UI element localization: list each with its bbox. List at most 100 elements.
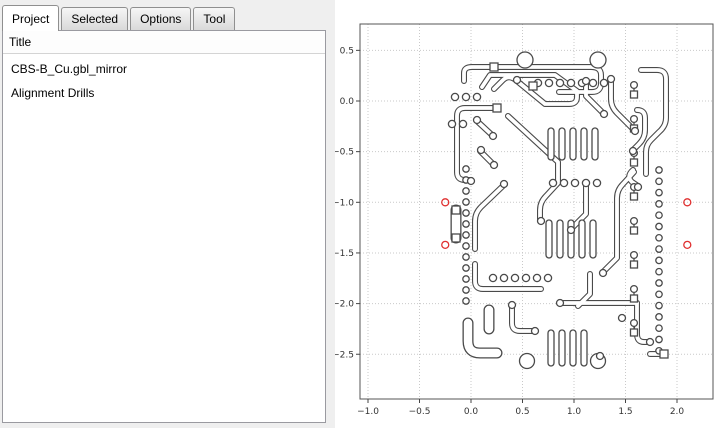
pad-circle — [538, 218, 545, 225]
y-tick-label: −1.5 — [335, 249, 354, 259]
list-item-gerber[interactable]: CBS-B_Cu.gbl_mirror — [3, 57, 325, 81]
pad-circle — [463, 243, 469, 249]
pad-circle — [656, 291, 662, 297]
pad-circle — [451, 93, 458, 100]
pad-circle — [656, 212, 662, 218]
pad-circle — [462, 93, 469, 100]
flatcam-window: Project Selected Options Tool Title CBS-… — [0, 0, 723, 428]
pad-circle — [463, 298, 469, 304]
finger-slot — [559, 330, 565, 366]
x-tick-label: 2.0 — [670, 407, 685, 417]
pad-circle — [631, 218, 638, 225]
pad-circle — [448, 120, 455, 127]
pad-circle — [533, 274, 540, 281]
pad-circle — [647, 339, 654, 346]
pad-circle — [545, 79, 552, 86]
list-header-title[interactable]: Title — [3, 31, 325, 54]
pad-circle — [656, 189, 662, 195]
pad-circle — [491, 162, 498, 169]
pad-circle — [557, 300, 564, 307]
pad-circle — [583, 78, 590, 85]
plot-canvas[interactable]: −1.0−0.50.00.51.01.52.00.50.0−0.5−1.0−1.… — [335, 0, 723, 428]
pad-circle — [501, 181, 508, 188]
pad-circle — [463, 276, 469, 282]
finger-slot — [548, 128, 554, 160]
pad-circle — [560, 179, 567, 186]
pad-square — [631, 227, 638, 234]
pad-square — [529, 82, 537, 90]
pad-circle — [631, 320, 638, 327]
y-tick-label: 0.0 — [340, 97, 355, 107]
pad-circle — [468, 178, 475, 185]
pad-circle — [593, 179, 600, 186]
tab-bar: Project Selected Options Tool — [2, 2, 237, 30]
pad-square — [493, 104, 501, 112]
pad-circle — [522, 274, 529, 281]
pad-circle — [549, 179, 556, 186]
finger-slot — [581, 128, 587, 160]
pad-circle — [532, 328, 539, 335]
pad-circle — [619, 315, 626, 322]
tab-options[interactable]: Options — [130, 7, 191, 30]
pad-circle — [473, 93, 480, 100]
mount-hole — [590, 52, 606, 68]
pad-circle — [631, 116, 638, 123]
pad-circle — [656, 314, 662, 320]
pad-circle — [600, 270, 607, 277]
pad-circle — [656, 201, 662, 207]
pad-square — [452, 234, 460, 242]
pad-square — [631, 91, 638, 98]
finger-slot — [579, 220, 585, 258]
tab-tool[interactable]: Tool — [193, 7, 235, 30]
finger-slot — [570, 128, 576, 160]
finger-slot — [546, 220, 552, 258]
pad-circle — [631, 286, 638, 293]
pad-circle — [630, 148, 637, 155]
x-tick-label: 1.5 — [618, 407, 632, 417]
finger-slot — [590, 220, 596, 258]
y-tick-label: −1.0 — [335, 198, 354, 208]
pad-circle — [474, 117, 481, 124]
pad-circle — [463, 166, 469, 172]
pad-circle — [656, 223, 662, 229]
pad-circle — [656, 280, 662, 286]
tab-selected[interactable]: Selected — [61, 7, 128, 30]
pad-circle — [463, 265, 469, 271]
finger-slot — [570, 330, 576, 366]
project-items: CBS-B_Cu.gbl_mirror Alignment Drills — [3, 54, 325, 105]
pad-circle — [463, 232, 469, 238]
plot-area: −1.0−0.50.00.51.01.52.00.50.0−0.5−1.0−1.… — [335, 0, 723, 428]
pad-circle — [656, 167, 662, 173]
x-tick-label: −1.0 — [357, 407, 379, 417]
pad-circle — [656, 302, 662, 308]
project-panel: Project Selected Options Tool Title CBS-… — [0, 0, 335, 428]
pad-circle — [463, 221, 469, 227]
pad-square — [631, 261, 638, 268]
pad-circle — [656, 235, 662, 241]
pad-circle — [459, 120, 466, 127]
pad-circle — [601, 111, 608, 118]
pad-circle — [656, 325, 662, 331]
pad-circle — [608, 76, 615, 83]
pad-circle — [656, 336, 662, 342]
pad-square — [490, 63, 498, 71]
list-item-drills[interactable]: Alignment Drills — [3, 81, 325, 105]
tab-project[interactable]: Project — [2, 5, 59, 31]
finger-slot — [559, 128, 565, 160]
mount-hole — [517, 52, 533, 68]
pad-circle — [656, 178, 662, 184]
pad-square — [631, 329, 638, 336]
pad-circle — [600, 79, 607, 86]
pad-circle — [632, 128, 639, 135]
pad-circle — [568, 227, 575, 234]
finger-slot — [581, 330, 587, 366]
pad-circle — [511, 274, 518, 281]
pad-circle — [490, 133, 497, 140]
pad-circle — [635, 184, 642, 191]
pad-circle — [509, 302, 516, 309]
pad-circle — [597, 353, 604, 360]
pad-circle — [463, 188, 469, 194]
y-tick-label: −2.0 — [335, 300, 354, 310]
pad-circle — [544, 274, 551, 281]
finger-slot — [548, 330, 554, 366]
